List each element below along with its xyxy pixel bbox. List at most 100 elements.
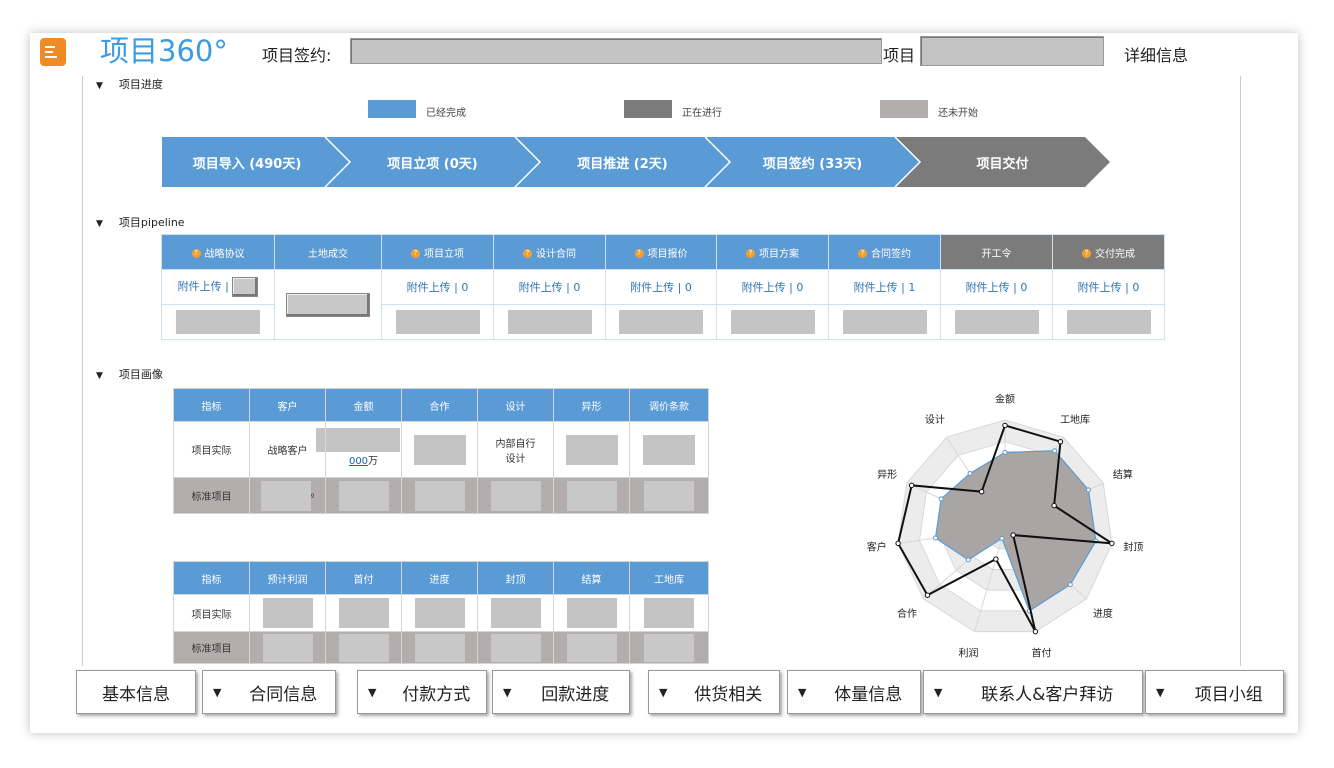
chevron-down-icon: ▼ [798, 685, 807, 699]
stage-3[interactable]: 项目推进 (2天) [535, 137, 710, 187]
t2-std-site-lib [629, 631, 709, 664]
pipeline-table: ? 战略协议 土地成交 ? 项目立项 ? 设计合同 ? 项目报价 ? 项目方案 ? 合同签约… [161, 234, 1165, 340]
coin-icon: ? [411, 249, 420, 258]
t1-header-amount: 金额 [325, 388, 402, 422]
portrait-table-1: 指标 客户 金额 合作 设计 异形 调价条款 项目实际 战略客户 000万 内部… [173, 388, 709, 514]
tab-basic-info[interactable]: 基本信息 [76, 670, 196, 714]
date-cell-5[interactable] [605, 304, 717, 340]
stage-4[interactable]: 项目签约 (33天) [725, 137, 900, 187]
pipeline-header-1: ? 战略协议 [161, 234, 275, 270]
t2-profit-cell [249, 594, 326, 632]
tab-supply[interactable]: ▼ 供货相关 [648, 670, 780, 714]
radar-axis-label: 客户 [867, 540, 887, 553]
upload-cell-8[interactable]: 附件上传 | 0 [940, 269, 1053, 305]
t1-std-customer: º [249, 477, 326, 514]
pipeline-header-7: ? 合同签约 [828, 234, 941, 270]
radar-point-actual [1109, 540, 1115, 547]
amount-link[interactable]: 000 [349, 456, 368, 467]
radar-axis-label: 工地库 [1060, 413, 1090, 426]
tab-contract-info[interactable]: ▼ 合同信息 [202, 670, 336, 714]
radar-point-standard [1052, 448, 1058, 454]
date-cell-8[interactable] [940, 304, 1053, 340]
date-cell-3[interactable] [381, 304, 494, 340]
upload-cell-3[interactable]: 附件上传 | 0 [381, 269, 494, 305]
t1-header-metric: 指标 [173, 388, 250, 422]
portrait-table-2: 指标 预计利润 首付 进度 封顶 结算 工地库 项目实际 标准项目 [173, 561, 709, 664]
t2-header-progress: 进度 [401, 561, 478, 595]
date-cell-4[interactable] [493, 304, 606, 340]
t1-std-design [477, 477, 554, 514]
radar-point-actual [1032, 628, 1039, 635]
coin-icon: ? [191, 249, 201, 258]
t1-std-cooperation [401, 477, 478, 514]
t1-actual-label: 项目实际 [173, 421, 250, 478]
radar-point-standard [938, 496, 944, 502]
chevron-down-icon: ▼ [1156, 685, 1165, 699]
t1-header-irregular: 异形 [553, 388, 630, 422]
t1-std-irregular [553, 477, 630, 514]
t2-progress-cell [401, 594, 478, 632]
land-deal-button[interactable] [286, 292, 370, 317]
t1-design-cell: 内部自行 设计 [477, 421, 554, 478]
stage-5[interactable]: 项目交付 [915, 137, 1090, 187]
radar-point-standard [999, 535, 1005, 541]
tab-collection-progress[interactable]: ▼ 回款进度 [492, 670, 630, 714]
date-cell-6[interactable] [716, 304, 829, 340]
tab-project-team[interactable]: ▼ 项目小组 [1145, 670, 1284, 714]
radar-point-actual [924, 592, 931, 598]
tab-payment-method[interactable]: ▼ 付款方式 [357, 670, 487, 714]
t2-header-site-lib: 工地库 [629, 561, 709, 595]
t1-std-amount [325, 477, 402, 514]
pipeline-header-6: ? 项目方案 [716, 234, 829, 270]
portrait-section-title[interactable]: 项目画像 [96, 366, 163, 382]
radar-axis-label: 结算 [1113, 468, 1133, 481]
t1-std-price-clause [629, 477, 709, 514]
chevron-down-icon: ▼ [368, 685, 377, 699]
radar-point-standard [1002, 449, 1008, 455]
coin-icon: ? [523, 249, 532, 258]
radar-axis-label: 异形 [877, 469, 897, 481]
chevron-down-icon: ▼ [659, 685, 668, 699]
radar-axis-label: 封顶 [1123, 540, 1143, 553]
stage-1[interactable]: 项目导入 (490天) [162, 137, 332, 187]
coin-icon: ? [746, 249, 755, 258]
pipeline-section-title[interactable]: 项目pipeline [96, 214, 185, 230]
upload-cell-9[interactable]: 附件上传 | 0 [1052, 269, 1165, 305]
upload-button[interactable] [232, 277, 259, 297]
radar-axis-label: 进度 [1093, 607, 1113, 620]
tab-volume-info[interactable]: ▼ 体量信息 [787, 670, 921, 714]
t2-header-topping: 封顶 [477, 561, 554, 595]
date-cell-9[interactable] [1052, 304, 1165, 340]
t2-std-down-payment [325, 631, 402, 664]
radar-axis-label: 合作 [897, 607, 917, 620]
t2-std-topping [477, 631, 554, 664]
t2-actual-label: 项目实际 [173, 594, 250, 632]
radar-axis-label: 利润 [958, 646, 978, 659]
upload-cell-6[interactable]: 附件上传 | 0 [716, 269, 829, 305]
chevron-down-icon: ▼ [503, 685, 512, 699]
date-cell-1[interactable] [161, 304, 275, 340]
upload-cell-5[interactable]: 附件上传 | 0 [605, 269, 717, 305]
t2-std-label: 标准项目 [173, 631, 250, 664]
upload-cell-4[interactable]: 附件上传 | 0 [493, 269, 606, 305]
stage-2[interactable]: 项目立项 (0天) [345, 137, 520, 187]
tab-contacts-visits[interactable]: ▼ 联系人&客户拜访 [923, 670, 1143, 714]
date-cell-7[interactable] [828, 304, 941, 340]
t2-settlement-cell [553, 594, 630, 632]
t1-customer-value: 战略客户 [249, 421, 326, 478]
t2-std-profit [249, 631, 326, 664]
radar-point-actual [1010, 532, 1016, 538]
radar-point-actual [993, 556, 999, 562]
t2-header-settlement: 结算 [553, 561, 630, 595]
t1-price-clause-cell [629, 421, 709, 478]
pipeline-header-5: ? 项目报价 [605, 234, 717, 270]
radar-point-standard [1086, 487, 1092, 493]
t2-header-down-payment: 首付 [325, 561, 402, 595]
upload-cell-7[interactable]: 附件上传 | 1 [828, 269, 941, 305]
land-deal-cell [274, 269, 382, 340]
upload-cell-1[interactable]: 附件上传 | [161, 269, 275, 305]
pipeline-header-8: 开工令 [940, 234, 1053, 270]
radar-point-standard [967, 470, 973, 476]
radar-axis-label: 首付 [1032, 646, 1052, 659]
radar-point-actual [1051, 502, 1057, 509]
